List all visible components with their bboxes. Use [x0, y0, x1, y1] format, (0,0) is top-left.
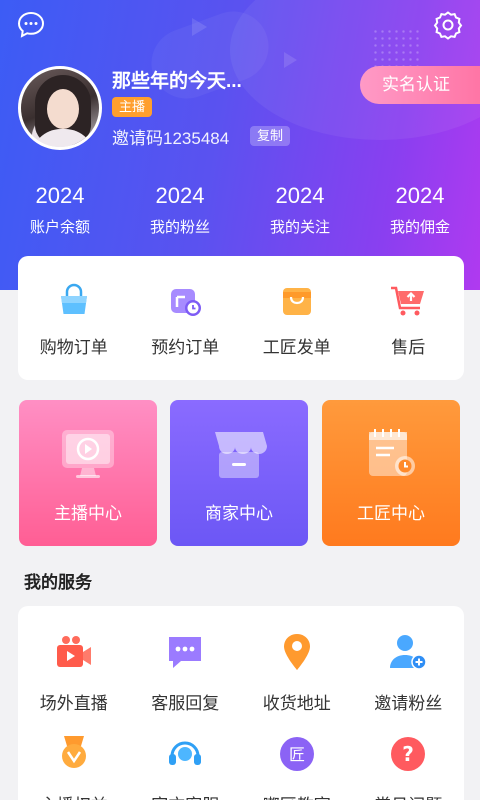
service-invite-fans[interactable]: 邀请粉丝 [353, 632, 465, 714]
stat-value: 2024 [275, 183, 325, 208]
order-appointment[interactable]: 预约订单 [130, 256, 242, 380]
service-label: 官方客服 [130, 791, 242, 800]
question-icon: ? [391, 737, 426, 771]
gear-icon[interactable] [433, 10, 463, 40]
role-badge: 主播 [112, 97, 153, 117]
service-cs-reply[interactable]: 客服回复 [130, 632, 242, 714]
service-anchor-rights[interactable]: 主播权益 [18, 734, 130, 800]
stat-value: 2024 [155, 183, 205, 208]
stat-value: 2024 [35, 183, 85, 208]
header-decoration [192, 18, 207, 36]
video-camera-icon [56, 636, 91, 667]
copy-button[interactable]: 复制 [250, 126, 291, 146]
service-label: 嘟匠教室 [241, 791, 353, 800]
svg-text:匠: 匠 [289, 745, 305, 764]
craftsman-center-tile[interactable]: 工匠中心 [322, 400, 460, 546]
tile-label: 商家中心 [205, 504, 273, 523]
order-label: 售后 [391, 338, 426, 357]
notepad-clock-icon [369, 429, 415, 476]
services-title: 我的服务 [24, 573, 92, 592]
orders-card: 购物订单 预约订单 工匠发单 售后 [18, 256, 464, 380]
merchant-center-tile[interactable]: 商家中心 [170, 400, 308, 546]
service-faq[interactable]: ? 常见问题 [353, 734, 465, 800]
service-classroom[interactable]: 匠 嘟匠教室 [241, 734, 353, 800]
services-card: 场外直播 客服回复 收货地址 邀请粉丝 匠 ? [18, 606, 464, 800]
service-offsite-live[interactable]: 场外直播 [18, 632, 130, 714]
service-shipping-address[interactable]: 收货地址 [241, 632, 353, 714]
chat-dots-icon [169, 637, 202, 668]
bag-icon [282, 288, 311, 315]
order-shopping[interactable]: 购物订单 [18, 256, 130, 380]
svg-text:?: ? [402, 742, 414, 766]
stat-label: 我的粉丝 [149, 219, 210, 236]
tile-label: 主播中心 [54, 504, 122, 523]
store-icon [215, 432, 267, 478]
location-pin-icon [283, 634, 310, 670]
monitor-play-icon [62, 430, 114, 478]
add-user-icon [390, 635, 427, 670]
service-label: 收货地址 [262, 694, 331, 713]
service-label: 常见问题 [353, 791, 465, 800]
cart-upload-icon [391, 286, 425, 316]
order-after-sales[interactable]: 售后 [353, 256, 465, 380]
service-label: 邀请粉丝 [374, 694, 443, 713]
order-craftsman[interactable]: 工匠发单 [241, 256, 353, 380]
username: 那些年的今天... [112, 71, 242, 92]
stat-label: 我的佣金 [389, 219, 450, 236]
stats-row: 2024 账户余额 2024 我的粉丝 2024 我的关注 2024 我的佣金 [0, 182, 480, 242]
service-label: 主播权益 [18, 791, 130, 800]
invite-code: 邀请码1235484 [112, 129, 230, 148]
shopping-bag-icon [60, 283, 87, 314]
header-decoration [284, 52, 297, 68]
order-label: 预约订单 [151, 338, 220, 357]
stat-label: 账户余额 [29, 219, 90, 236]
stat-fans[interactable]: 2024 我的粉丝 [120, 182, 240, 242]
calendar-clock-icon [171, 289, 202, 316]
stat-value: 2024 [395, 183, 445, 208]
tile-label: 工匠中心 [357, 504, 425, 523]
service-official-cs[interactable]: 官方客服 [130, 734, 242, 800]
service-label: 客服回复 [151, 694, 220, 713]
avatar[interactable] [18, 66, 102, 150]
order-label: 工匠发单 [262, 338, 331, 357]
stat-label: 我的关注 [269, 219, 330, 236]
medal-icon [61, 736, 86, 768]
verify-identity-button[interactable]: 实名认证 [360, 66, 480, 104]
anchor-center-tile[interactable]: 主播中心 [19, 400, 157, 546]
badge-jiang-icon: 匠 [279, 737, 314, 771]
headset-icon [169, 741, 202, 765]
stat-following[interactable]: 2024 我的关注 [240, 182, 360, 242]
order-label: 购物订单 [39, 338, 108, 357]
chat-bubble-icon[interactable] [16, 10, 46, 40]
stat-commission[interactable]: 2024 我的佣金 [360, 182, 480, 242]
service-label: 场外直播 [39, 694, 108, 713]
stat-balance[interactable]: 2024 账户余额 [0, 182, 120, 242]
